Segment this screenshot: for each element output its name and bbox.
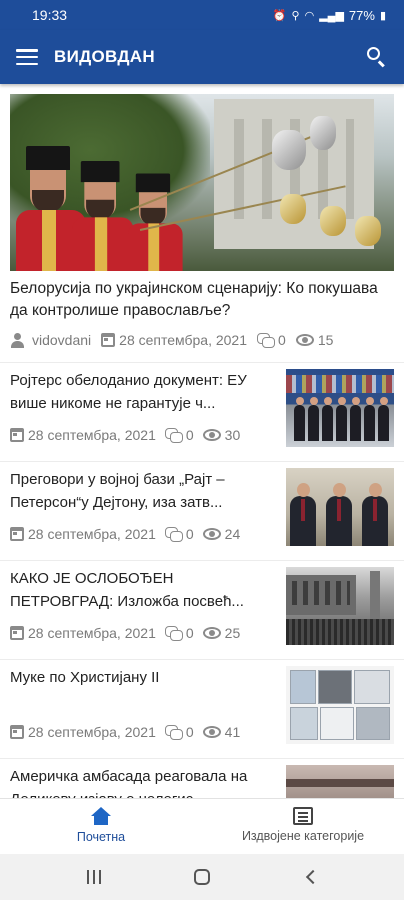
article-title[interactable]: КАКО ЈЕ ОСЛОБОЂЕН ПЕТРОВГРАД: Изложба по…: [10, 567, 258, 613]
featured-author[interactable]: vidovdani: [32, 332, 91, 348]
battery-icon: ▮: [379, 9, 386, 22]
search-icon[interactable]: [364, 44, 390, 70]
article-meta: 28 септембра, 2021 0 41: [10, 724, 258, 740]
article-thumbnail[interactable]: [286, 666, 394, 744]
bottom-nav: Почетна Издвојене категорије: [0, 798, 404, 854]
article-views: 30: [224, 427, 241, 443]
featured-date: 28 септембра, 2021: [119, 332, 248, 348]
featured-views: 15: [317, 332, 334, 348]
article-thumbnail[interactable]: [286, 468, 394, 546]
views-icon: [202, 726, 221, 738]
featured-title[interactable]: Белорусија по украјинском сценарију: Ко …: [10, 278, 394, 322]
article-meta: 28 септембра, 2021 0 24: [10, 526, 258, 542]
article-comments: 0: [185, 724, 194, 740]
article-date: 28 септембра, 2021: [28, 625, 156, 641]
recents-button[interactable]: [74, 862, 114, 892]
featured-image[interactable]: [10, 94, 394, 271]
alarm-icon: ⏰: [272, 9, 287, 22]
article-comments: 0: [185, 625, 194, 641]
nav-home[interactable]: Почетна: [0, 799, 202, 854]
calendar-icon: [10, 626, 24, 640]
article-thumbnail[interactable]: [286, 567, 394, 645]
article-views: 25: [224, 625, 241, 641]
list-icon: [293, 807, 313, 825]
menu-icon[interactable]: [16, 49, 38, 65]
comments-icon: [164, 428, 183, 443]
article-views: 41: [224, 724, 241, 740]
list-item[interactable]: КАКО ЈЕ ОСЛОБОЂЕН ПЕТРОВГРАД: Изложба по…: [0, 560, 404, 659]
list-item[interactable]: Америчка амбасада реаговала на Доликову …: [0, 758, 404, 798]
comments-icon: [257, 333, 276, 348]
article-comments: 0: [185, 526, 194, 542]
status-time: 19:33: [32, 7, 68, 23]
comments-icon: [164, 725, 183, 740]
signal-icon: ▂▄▆: [319, 9, 344, 22]
nav-categories-label: Издвојене категорије: [241, 829, 365, 843]
list-item[interactable]: Преговори у војној бази „Рајт –Петерсон“…: [0, 461, 404, 560]
recents-icon: [87, 870, 101, 884]
views-icon: [202, 429, 221, 441]
featured-comments: 0: [278, 332, 286, 348]
views-icon: [202, 627, 221, 639]
featured-article[interactable]: Белорусија по украјинском сценарију: Ко …: [0, 84, 404, 352]
article-views: 24: [224, 526, 241, 542]
list-item[interactable]: Муке по Христијану II 28 септембра, 2021…: [0, 659, 404, 758]
comments-icon: [164, 626, 183, 641]
views-icon: [295, 334, 314, 346]
app-title: ВИДОВДАН: [54, 47, 155, 66]
article-date: 28 септембра, 2021: [28, 427, 156, 443]
calendar-icon: [10, 428, 24, 442]
home-icon: [90, 807, 112, 826]
article-thumbnail[interactable]: [286, 765, 394, 798]
location-icon: ⚲: [291, 9, 300, 22]
nav-home-label: Почетна: [76, 830, 126, 844]
status-bar: 19:33 ⏰ ⚲ ◠ ▂▄▆ 77% ▮: [0, 0, 404, 30]
author-icon: [10, 332, 28, 348]
calendar-icon: [101, 333, 116, 347]
back-button[interactable]: [290, 862, 330, 892]
article-date: 28 септембра, 2021: [28, 724, 156, 740]
article-meta: 28 септембра, 2021 0 30: [10, 427, 258, 443]
home-button[interactable]: [182, 862, 222, 892]
calendar-icon: [10, 527, 24, 541]
article-title[interactable]: Муке по Христијану II: [10, 666, 258, 712]
article-list: Ројтерс обелоданио документ: ЕУ више ник…: [0, 362, 404, 798]
wifi-icon: ◠: [304, 9, 315, 22]
article-feed[interactable]: Белорусија по украјинском сценарију: Ко …: [0, 84, 404, 798]
article-title[interactable]: Преговори у војној бази „Рајт –Петерсон“…: [10, 468, 258, 514]
article-comments: 0: [185, 427, 194, 443]
article-thumbnail[interactable]: [286, 369, 394, 447]
nav-categories[interactable]: Издвојене категорије: [202, 799, 404, 854]
article-title[interactable]: Америчка амбасада реаговала на Доликову …: [10, 765, 258, 798]
featured-meta: vidovdani 28 септембра, 2021 0 15: [10, 328, 394, 352]
calendar-icon: [10, 725, 24, 739]
article-title[interactable]: Ројтерс обелоданио документ: ЕУ више ник…: [10, 369, 258, 415]
status-icons: ⏰ ⚲ ◠ ▂▄▆ 77% ▮: [273, 8, 386, 23]
system-home-icon: [194, 869, 210, 885]
system-nav-bar: [0, 854, 404, 900]
article-meta: 28 септембра, 2021 0 25: [10, 625, 258, 641]
back-icon: [305, 869, 320, 885]
comments-icon: [164, 527, 183, 542]
app-bar: ВИДОВДАН: [0, 30, 404, 84]
list-item[interactable]: Ројтерс обелоданио документ: ЕУ више ник…: [0, 362, 404, 461]
battery-level: 77%: [348, 7, 375, 23]
views-icon: [202, 528, 221, 540]
article-date: 28 септембра, 2021: [28, 526, 156, 542]
